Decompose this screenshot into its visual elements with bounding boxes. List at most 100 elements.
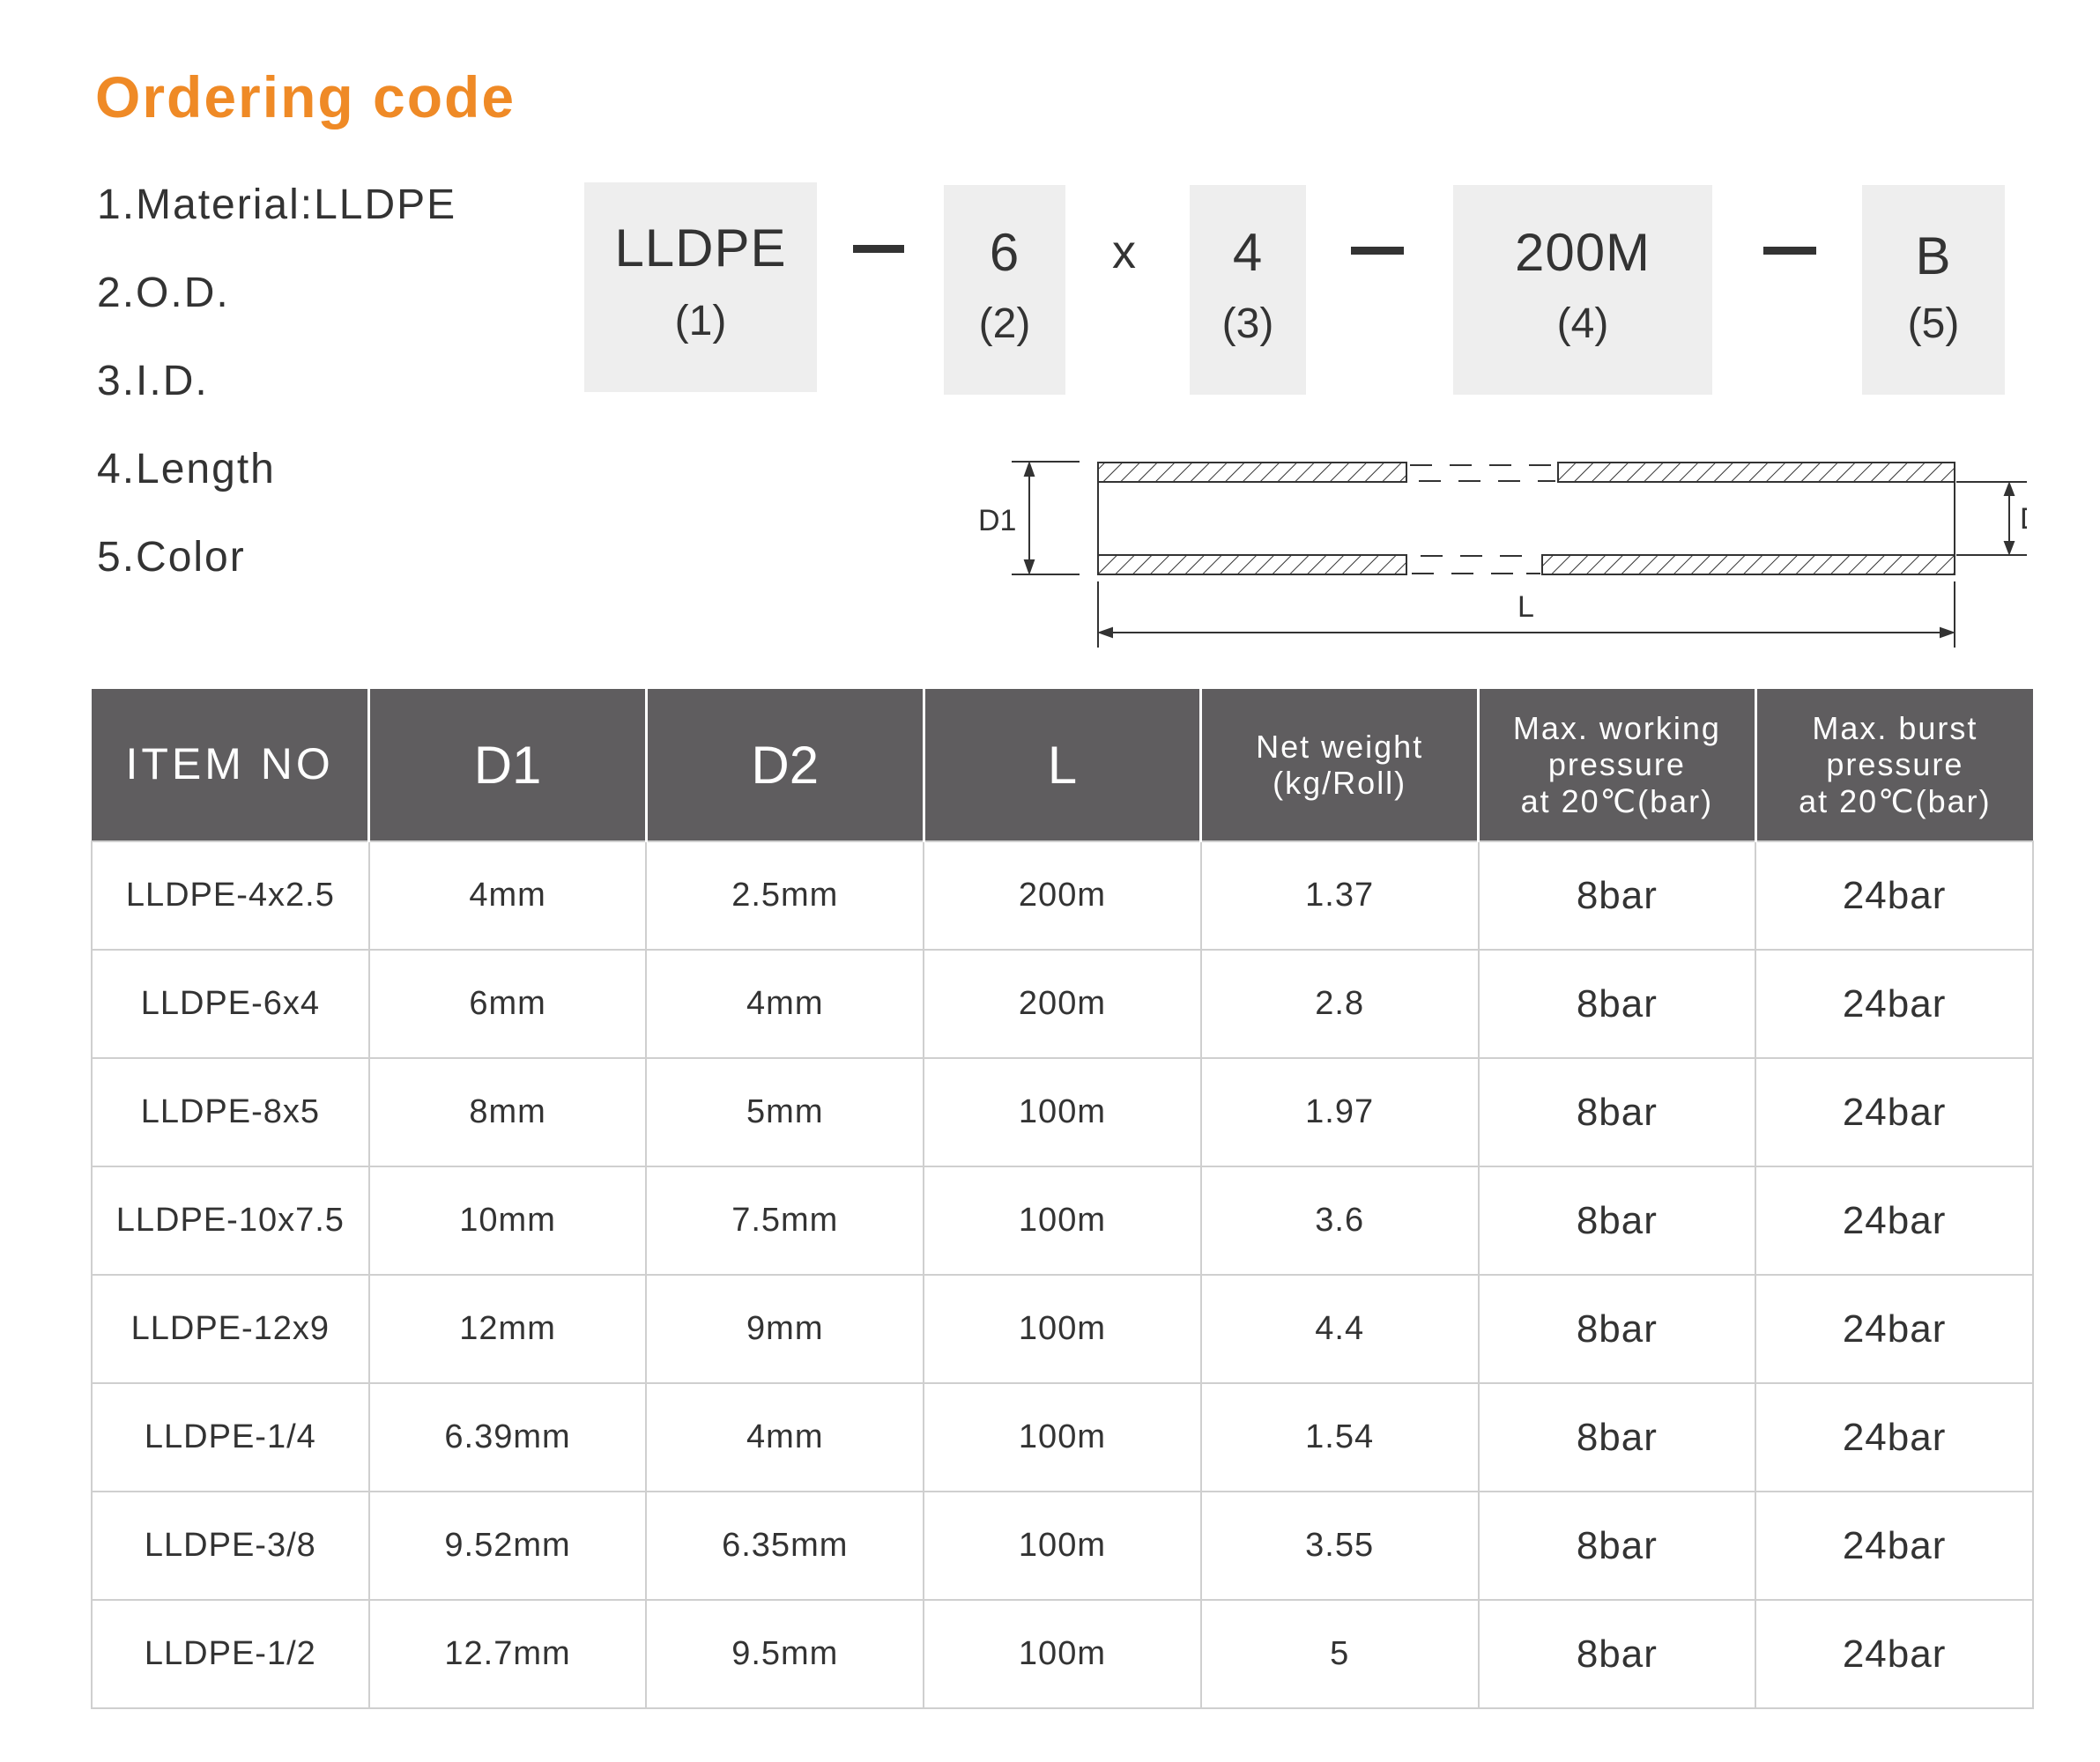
cell-item-no: LLDPE-8x5 — [91, 1057, 370, 1167]
code-box-id: 4 (3) — [1190, 185, 1306, 395]
cell-burst-pressure: 24bar — [1755, 949, 2034, 1059]
tube-break-dashes — [1410, 464, 1555, 574]
cell-working-pressure: 8bar — [1477, 1599, 1757, 1709]
cell-d2: 9mm — [645, 1274, 925, 1384]
code-material-number: (1) — [674, 298, 727, 344]
code-id-number: (3) — [1221, 300, 1274, 347]
cell-d1: 8mm — [367, 1057, 648, 1167]
cell-length: 100m — [923, 1382, 1202, 1492]
cell-d1: 6.39mm — [367, 1382, 648, 1492]
legend-od: 2.O.D. — [97, 270, 230, 316]
cell-working-pressure: 8bar — [1477, 1057, 1757, 1167]
cell-length: 100m — [923, 1491, 1202, 1601]
table-row: LLDPE-6x4 6mm 4mm 200m 2.8 8bar 24bar — [91, 949, 2034, 1059]
cell-net-weight: 3.6 — [1199, 1166, 1480, 1276]
cell-d2: 7.5mm — [645, 1166, 925, 1276]
header-working-line3: at 20℃(bar) — [1520, 782, 1714, 819]
header-working-line1: Max. working — [1512, 709, 1721, 746]
code-material-value: LLDPE — [614, 218, 787, 278]
code-box-od: 6 (2) — [944, 185, 1065, 395]
header-net-weight-line2: (kg/Roll) — [1273, 765, 1407, 801]
cell-d2: 5mm — [645, 1057, 925, 1167]
cell-d2: 4mm — [645, 1382, 925, 1492]
cell-item-no: LLDPE-3/8 — [91, 1491, 370, 1601]
header-max-working-pressure: Max. working pressure at 20℃(bar) — [1478, 689, 1757, 841]
cell-d2: 6.35mm — [645, 1491, 925, 1601]
cell-net-weight: 1.97 — [1199, 1057, 1480, 1167]
header-burst-line1: Max. burst — [1812, 709, 1978, 746]
table-header-row: ITEM NO D1 D2 L Net weight (kg/Roll) Max… — [92, 689, 2033, 841]
cell-burst-pressure: 24bar — [1755, 1382, 2034, 1492]
spec-table: ITEM NO D1 D2 L Net weight (kg/Roll) Max… — [91, 689, 2034, 1709]
cell-length: 100m — [923, 1057, 1202, 1167]
table-row: LLDPE-1/2 12.7mm 9.5mm 100m 5 8bar 24bar — [91, 1599, 2034, 1709]
cell-working-pressure: 8bar — [1477, 1491, 1757, 1601]
cell-working-pressure: 8bar — [1477, 949, 1757, 1059]
tube-ends — [1097, 482, 1955, 555]
header-net-weight: Net weight (kg/Roll) — [1200, 689, 1480, 841]
legend-material: 1.Material:LLDPE — [97, 181, 457, 228]
tube-wall-bottom — [1097, 554, 1955, 575]
cell-length: 100m — [923, 1599, 1202, 1709]
cell-item-no: LLDPE-1/2 — [91, 1599, 370, 1709]
cell-d1: 10mm — [367, 1166, 648, 1276]
table-row: LLDPE-12x9 12mm 9mm 100m 4.4 8bar 24bar — [91, 1274, 2034, 1384]
cell-net-weight: 2.8 — [1199, 949, 1480, 1059]
cell-item-no: LLDPE-12x9 — [91, 1274, 370, 1384]
cell-d2: 4mm — [645, 949, 925, 1059]
table-body: LLDPE-4x2.5 4mm 2.5mm 200m 1.37 8bar 24bar LLDP… — [91, 840, 2034, 1709]
d1-dimension — [1012, 461, 1080, 575]
header-net-weight-line1: Net weight — [1256, 728, 1424, 765]
cell-net-weight: 1.37 — [1199, 840, 1480, 951]
cell-length: 200m — [923, 840, 1202, 951]
legend-length: 4.Length — [97, 446, 276, 492]
code-box-material: LLDPE (1) — [584, 182, 817, 392]
legend-color: 5.Color — [97, 534, 246, 581]
cell-net-weight: 3.55 — [1199, 1491, 1480, 1601]
code-od-value: 6 — [989, 223, 1020, 282]
code-box-color: B (5) — [1862, 185, 2005, 395]
code-id-value: 4 — [1232, 223, 1264, 282]
code-od-number: (2) — [978, 300, 1031, 347]
header-max-burst-pressure: Max. burst pressure at 20℃(bar) — [1755, 689, 2033, 841]
code-box-length: 200M (4) — [1453, 185, 1712, 395]
legend-id: 3.I.D. — [97, 358, 209, 404]
header-d1: D1 — [368, 689, 648, 841]
cell-net-weight: 4.4 — [1199, 1274, 1480, 1384]
cell-burst-pressure: 24bar — [1755, 1491, 2034, 1601]
cell-working-pressure: 8bar — [1477, 1382, 1757, 1492]
table-row: LLDPE-4x2.5 4mm 2.5mm 200m 1.37 8bar 24bar — [91, 840, 2034, 951]
cell-working-pressure: 8bar — [1477, 1166, 1757, 1276]
table-row: LLDPE-3/8 9.52mm 6.35mm 100m 3.55 8bar 24bar — [91, 1491, 2034, 1601]
cell-net-weight: 1.54 — [1199, 1382, 1480, 1492]
cell-d1: 9.52mm — [367, 1491, 648, 1601]
table-row: LLDPE-8x5 8mm 5mm 100m 1.97 8bar 24bar — [91, 1057, 2034, 1167]
header-d2: D2 — [646, 689, 925, 841]
header-burst-line2: pressure — [1826, 746, 1964, 783]
cell-d1: 12.7mm — [367, 1599, 648, 1709]
code-separator-dash — [1763, 247, 1816, 255]
cell-length: 100m — [923, 1166, 1202, 1276]
d2-dimension — [1956, 481, 2027, 556]
cell-burst-pressure: 24bar — [1755, 1599, 2034, 1709]
cell-length: 100m — [923, 1274, 1202, 1384]
header-d2-text: D2 — [751, 735, 820, 795]
cell-burst-pressure: 24bar — [1755, 1166, 2034, 1276]
header-item-no: ITEM NO — [92, 689, 371, 841]
code-color-value: B — [1915, 226, 1952, 285]
code-length-number: (4) — [1556, 300, 1609, 347]
code-length-value: 200M — [1514, 223, 1651, 282]
cell-burst-pressure: 24bar — [1755, 840, 2034, 951]
length-label: L — [1517, 590, 1534, 624]
d1-label: D1 — [978, 504, 1016, 537]
page-title: Ordering code — [95, 64, 516, 130]
cell-item-no: LLDPE-10x7.5 — [91, 1166, 370, 1276]
code-separator-dash — [853, 245, 904, 253]
d2-label: D2 — [2020, 502, 2027, 536]
cell-net-weight: 5 — [1199, 1599, 1480, 1709]
table-row: LLDPE-10x7.5 10mm 7.5mm 100m 3.6 8bar 24bar — [91, 1166, 2034, 1276]
tube-wall-top — [1097, 462, 1955, 483]
code-color-number: (5) — [1907, 300, 1960, 347]
cell-d1: 12mm — [367, 1274, 648, 1384]
header-length-text: L — [1047, 735, 1078, 795]
